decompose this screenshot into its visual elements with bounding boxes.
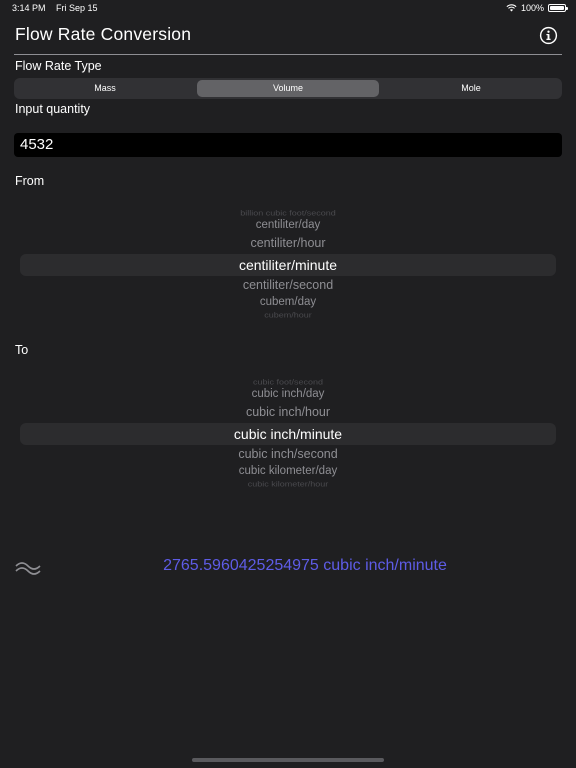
wifi-icon <box>506 4 517 12</box>
status-time: 3:14 PM <box>12 3 46 13</box>
picker-row-faint[interactable]: cubic foot/second <box>20 378 556 387</box>
flow-rate-type-segmented-control[interactable]: Mass Volume Mole <box>14 78 562 99</box>
to-unit-picker[interactable]: cubic foot/second cubic inch/day cubic i… <box>20 369 556 494</box>
from-unit-picker[interactable]: billion cubic foot/second centiliter/day… <box>20 200 556 325</box>
status-date: Fri Sep 15 <box>56 3 98 13</box>
picker-row-selected[interactable]: centiliter/minute <box>20 257 556 273</box>
page-title: Flow Rate Conversion <box>15 24 192 44</box>
to-label: To <box>15 343 29 357</box>
picker-row[interactable]: centiliter/hour <box>20 236 556 250</box>
from-label: From <box>15 174 45 188</box>
picker-row-faint[interactable]: cubic kilometer/hour <box>20 480 556 489</box>
status-right: 100% <box>506 3 568 13</box>
flow-rate-type-label: Flow Rate Type <box>15 59 102 73</box>
picker-row-selected[interactable]: cubic inch/minute <box>20 426 556 442</box>
picker-row[interactable]: cubic inch/day <box>20 388 556 400</box>
picker-row[interactable]: centiliter/day <box>20 219 556 231</box>
picker-row-faint[interactable]: billion cubic foot/second <box>20 209 556 218</box>
picker-row[interactable]: cubic kilometer/day <box>20 465 556 477</box>
picker-row[interactable]: cubem/day <box>20 296 556 308</box>
picker-row[interactable]: cubic inch/hour <box>20 405 556 419</box>
battery-percent: 100% <box>520 3 544 13</box>
battery-icon <box>548 4 568 12</box>
picker-row-faint[interactable]: cubem/hour <box>20 311 556 320</box>
conversion-result: 2765.5960425254975 cubic inch/minute <box>163 557 447 574</box>
approximately-equal-icon <box>15 562 41 575</box>
info-icon[interactable] <box>539 26 558 45</box>
segment-mole[interactable]: Mole <box>380 78 562 99</box>
picker-row[interactable]: centiliter/second <box>20 278 556 292</box>
picker-row[interactable]: cubic inch/second <box>20 447 556 461</box>
status-bar: 3:14 PM Fri Sep 15 100% <box>0 0 576 16</box>
segment-mass[interactable]: Mass <box>14 78 196 99</box>
quantity-input[interactable]: 4532 <box>14 133 562 157</box>
input-quantity-label: Input quantity <box>15 102 91 116</box>
nav-divider <box>14 54 562 55</box>
status-left: 3:14 PM Fri Sep 15 <box>12 3 98 13</box>
segment-volume[interactable]: Volume <box>197 80 379 97</box>
home-indicator <box>192 758 384 762</box>
